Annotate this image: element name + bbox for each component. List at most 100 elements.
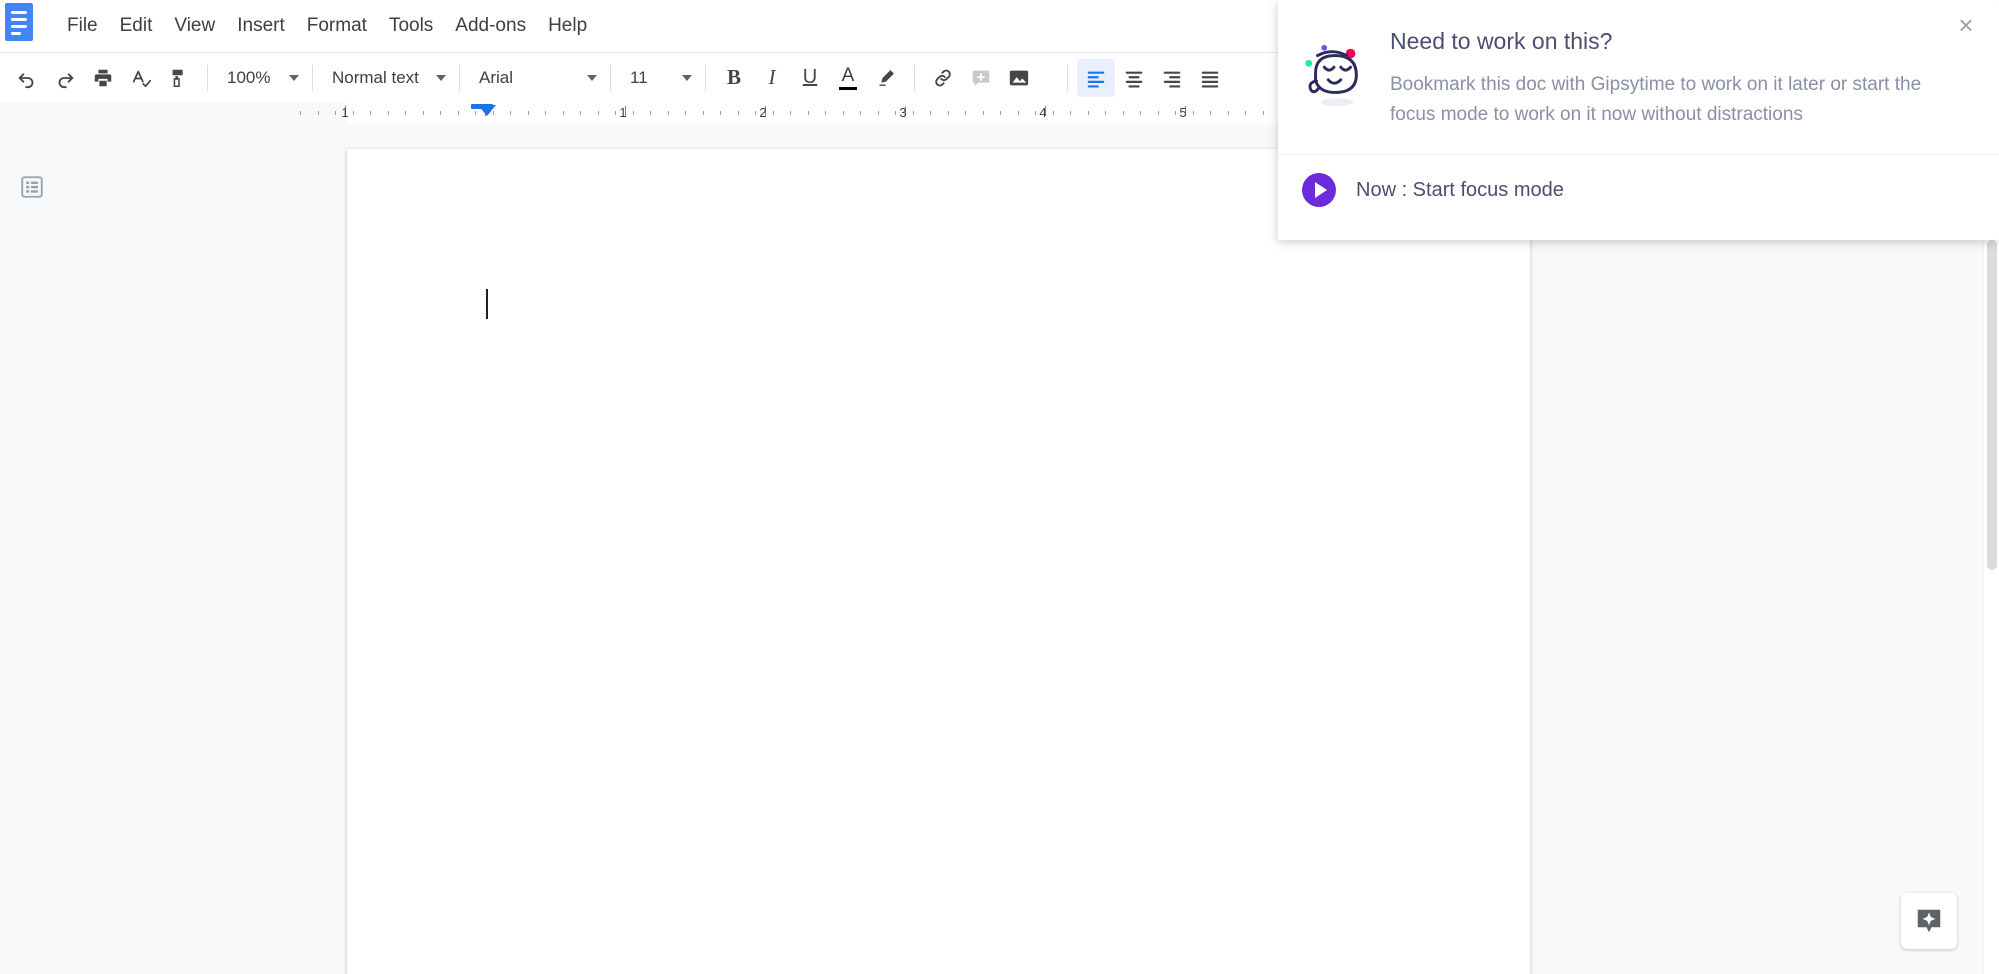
ruler-tick — [352, 111, 354, 115]
chevron-down-icon — [682, 74, 692, 81]
toolbar-divider — [705, 64, 706, 91]
ruler-tick — [1157, 111, 1159, 115]
play-icon — [1302, 173, 1336, 207]
ruler-tick — [317, 111, 319, 115]
font-dropdown[interactable]: Arial — [469, 60, 601, 96]
popup-title: Need to work on this? — [1390, 28, 1613, 54]
menu-item-help[interactable]: Help — [537, 9, 598, 43]
ruler-tick — [790, 111, 791, 115]
redo-icon[interactable] — [46, 59, 84, 97]
ruler-tick — [1105, 111, 1106, 115]
first-line-indent-marker[interactable] — [478, 105, 496, 116]
ruler-tick — [1210, 111, 1211, 115]
ruler-tick — [650, 111, 651, 115]
document-page[interactable] — [347, 149, 1530, 974]
ruler-tick — [405, 111, 406, 115]
zoom-value: 100% — [227, 67, 271, 87]
start-focus-mode-label: Now : Start focus mode — [1356, 178, 1564, 201]
popup-text: Need to work on this? Bookmark this doc … — [1390, 26, 1975, 130]
start-focus-mode-action[interactable]: Now : Start focus mode — [1278, 155, 1999, 225]
ruler-number: 3 — [899, 105, 907, 120]
ruler-tick — [457, 111, 459, 115]
ruler-tick — [667, 111, 669, 115]
menu-item-view[interactable]: View — [163, 9, 226, 43]
insert-link-icon[interactable] — [924, 59, 962, 97]
ruler-tick — [702, 111, 704, 115]
menu-item-file[interactable]: File — [56, 9, 109, 43]
ruler-tick — [370, 111, 371, 115]
docs-logo-icon[interactable] — [2, 0, 36, 44]
align-center-icon[interactable] — [1115, 59, 1153, 97]
zoom-dropdown[interactable]: 100% — [217, 60, 303, 96]
ruler-tick — [300, 111, 301, 115]
ruler-tick — [615, 111, 616, 115]
underline-button[interactable]: U — [791, 59, 829, 97]
vertical-scrollbar[interactable] — [1983, 124, 1999, 974]
ruler-tick — [1052, 111, 1054, 115]
toolbar-divider — [1067, 64, 1068, 91]
ruler-tick — [422, 111, 424, 115]
ruler-tick — [545, 111, 546, 115]
ruler-tick — [1245, 111, 1246, 115]
align-left-icon[interactable] — [1077, 58, 1115, 97]
bold-button[interactable]: B — [715, 59, 753, 97]
paragraph-style-value: Normal text — [332, 67, 419, 87]
highlight-pen-icon[interactable] — [867, 59, 905, 97]
document-outline-icon[interactable] — [13, 168, 51, 206]
scrollbar-thumb[interactable] — [1987, 240, 1997, 570]
toolbar-divider — [610, 64, 611, 91]
ruler-tick — [1070, 111, 1071, 115]
close-icon[interactable]: × — [1949, 8, 1983, 42]
font-size-value: 11 — [630, 67, 648, 87]
ruler-tick — [947, 111, 949, 115]
ruler-tick — [580, 111, 581, 115]
popup-description: Bookmark this doc with Gipsytime to work… — [1390, 74, 1922, 125]
ruler-tick — [825, 111, 826, 115]
ruler-tick — [1000, 111, 1001, 115]
menu-item-format[interactable]: Format — [296, 9, 378, 43]
menu-item-tools[interactable]: Tools — [378, 9, 444, 43]
gipsytime-mascot-icon — [1300, 26, 1368, 130]
ruler-tick — [930, 111, 931, 115]
image-options-chevron-icon[interactable] — [1038, 59, 1058, 97]
print-icon[interactable] — [84, 59, 122, 97]
text-color-button[interactable]: A — [829, 59, 867, 97]
ruler-number: 4 — [1039, 105, 1047, 120]
paint-format-icon[interactable] — [160, 59, 198, 97]
ruler-tick — [1175, 111, 1176, 115]
italic-button[interactable]: I — [753, 59, 791, 97]
toolbar-divider — [207, 64, 208, 91]
menu-item-edit[interactable]: Edit — [109, 9, 164, 43]
toolbar-divider — [312, 64, 313, 91]
font-size-dropdown[interactable]: 11 — [620, 60, 696, 96]
explore-button[interactable] — [1901, 893, 1957, 949]
ruler-tick — [720, 111, 721, 115]
insert-image-icon[interactable] — [1000, 59, 1038, 97]
ruler-tick — [1017, 111, 1019, 115]
menu-items: File Edit View Insert Format Tools Add-o… — [56, 0, 598, 52]
ruler-tick — [877, 111, 879, 115]
chevron-down-icon — [587, 74, 597, 81]
ruler-tick — [842, 111, 844, 115]
ruler-tick — [440, 111, 441, 115]
menu-item-add-ons[interactable]: Add-ons — [444, 9, 537, 43]
ruler-tick — [335, 111, 336, 115]
align-justify-icon[interactable] — [1191, 59, 1229, 97]
ruler-tick — [387, 111, 389, 115]
ruler-tick — [1227, 111, 1229, 115]
chevron-down-icon — [436, 74, 446, 81]
ruler-tick — [772, 111, 774, 115]
menu-item-insert[interactable]: Insert — [226, 9, 296, 43]
add-comment-icon[interactable] — [962, 59, 1000, 97]
align-right-icon[interactable] — [1153, 59, 1191, 97]
ruler-tick — [965, 111, 966, 115]
ruler-number: 1 — [619, 105, 627, 120]
ruler-tick — [1122, 111, 1124, 115]
ruler-tick — [527, 111, 529, 115]
undo-icon[interactable] — [8, 59, 46, 97]
spellcheck-icon[interactable] — [122, 59, 160, 97]
ruler-tick — [685, 111, 686, 115]
paragraph-style-dropdown[interactable]: Normal text — [322, 60, 450, 96]
chevron-down-icon — [289, 74, 299, 81]
ruler-tick — [597, 111, 599, 115]
